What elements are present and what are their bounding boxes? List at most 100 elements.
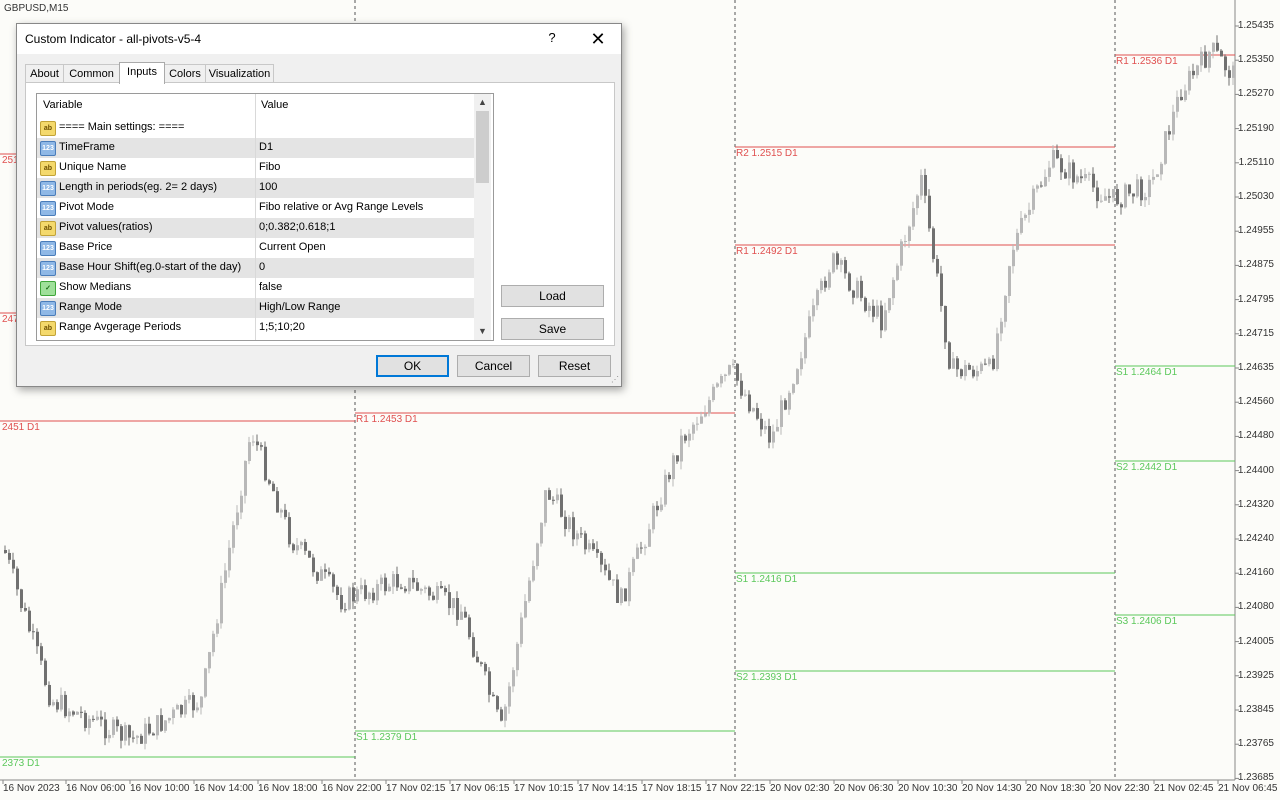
pivot-label-support: S2 1.2393 D1 bbox=[736, 672, 798, 683]
candle-bear bbox=[324, 569, 327, 572]
pivot-label-resistance: 2451 D1 bbox=[2, 422, 40, 433]
candle-bear bbox=[604, 564, 607, 571]
input-value[interactable]: Fibo bbox=[259, 161, 280, 173]
candle-bull bbox=[724, 374, 727, 377]
input-value[interactable]: Current Open bbox=[259, 241, 326, 253]
scroll-up-icon[interactable]: ▲ bbox=[474, 94, 491, 111]
candle-bull bbox=[732, 363, 735, 366]
price-axis-label: 1.24080 bbox=[1237, 601, 1274, 613]
candle-bull bbox=[988, 358, 991, 365]
candle-bull bbox=[196, 707, 199, 711]
candle-bull bbox=[460, 611, 463, 620]
candle-bull bbox=[900, 241, 903, 266]
candle-bull bbox=[520, 617, 523, 644]
input-value[interactable]: false bbox=[259, 281, 282, 293]
candle-bear bbox=[548, 490, 551, 500]
candle-bull bbox=[812, 305, 815, 317]
cancel-button[interactable]: Cancel bbox=[457, 355, 530, 377]
input-value[interactable]: 1;5;10;20 bbox=[259, 321, 305, 333]
candle-bear bbox=[468, 617, 471, 638]
candle-bear bbox=[104, 719, 107, 739]
grid-scrollbar[interactable]: ▲ ▼ bbox=[474, 94, 491, 340]
candle-bear bbox=[1056, 150, 1059, 159]
input-value[interactable]: 0;0.382;0.618;1 bbox=[259, 221, 335, 233]
candle-bull bbox=[1004, 295, 1007, 322]
candle-bull bbox=[408, 577, 411, 592]
dialog-titlebar[interactable]: Custom Indicator - all-pivots-v5-4 ? ✕ bbox=[17, 24, 621, 54]
candle-bull bbox=[808, 316, 811, 338]
tab-common[interactable]: Common bbox=[63, 64, 120, 83]
candle-bull bbox=[704, 413, 707, 417]
resize-grip-icon[interactable]: ⋰ bbox=[611, 375, 619, 384]
candle-bull bbox=[1008, 266, 1011, 296]
scroll-down-icon[interactable]: ▼ bbox=[474, 323, 491, 340]
candle-bear bbox=[276, 491, 279, 513]
candle-bear bbox=[1228, 70, 1231, 78]
candle-bull bbox=[708, 400, 711, 414]
tab-inputs[interactable]: Inputs bbox=[119, 62, 165, 84]
candle-bear bbox=[584, 533, 587, 550]
candle-bear bbox=[984, 363, 987, 365]
candle-bear bbox=[284, 509, 287, 518]
candle-bear bbox=[1096, 187, 1099, 202]
tab-visualization[interactable]: Visualization bbox=[205, 64, 274, 83]
candle-bull bbox=[868, 305, 871, 311]
candle-bull bbox=[68, 711, 71, 717]
candle-bear bbox=[288, 517, 291, 545]
candle-bull bbox=[908, 226, 911, 242]
ok-button[interactable]: OK bbox=[376, 355, 449, 377]
tab-about[interactable]: About bbox=[25, 64, 64, 83]
candle-bear bbox=[656, 505, 659, 511]
candle-bull bbox=[636, 547, 639, 559]
pivot-label-support: S1 1.2416 D1 bbox=[736, 574, 798, 585]
tab-colors[interactable]: Colors bbox=[164, 64, 206, 83]
candle-bull bbox=[892, 279, 895, 299]
candle-bear bbox=[756, 408, 759, 419]
candle-bear bbox=[260, 445, 263, 447]
candle-bull bbox=[1124, 184, 1127, 208]
candle-bear bbox=[956, 358, 959, 370]
input-value[interactable]: 0 bbox=[259, 261, 265, 273]
pivot-label-support: S1 1.2464 D1 bbox=[1116, 367, 1178, 378]
candle-bull bbox=[980, 363, 983, 372]
candle-bull bbox=[712, 386, 715, 401]
candle-bear bbox=[1192, 70, 1195, 76]
candle-bear bbox=[20, 589, 23, 609]
candle-bear bbox=[56, 702, 59, 710]
candle-bull bbox=[692, 424, 695, 434]
input-value[interactable]: 100 bbox=[259, 181, 277, 193]
reset-button[interactable]: Reset bbox=[538, 355, 611, 377]
candle-bull bbox=[280, 509, 283, 513]
candle-bull bbox=[508, 686, 511, 707]
number-type-icon: 123 bbox=[40, 261, 56, 276]
candle-bear bbox=[1064, 172, 1067, 179]
candle-bull bbox=[232, 525, 235, 548]
candle-bull bbox=[136, 735, 139, 738]
candle-bull bbox=[820, 280, 823, 291]
input-variable-name: TimeFrame bbox=[59, 141, 115, 153]
candle-bear bbox=[412, 577, 415, 583]
column-separator[interactable] bbox=[255, 94, 256, 340]
candle-bear bbox=[496, 696, 499, 710]
candle-bear bbox=[152, 733, 155, 736]
time-axis-label: 17 Nov 10:15 bbox=[514, 783, 574, 794]
string-type-icon: ab bbox=[40, 321, 56, 336]
candle-bear bbox=[924, 175, 927, 196]
close-icon[interactable]: ✕ bbox=[585, 26, 611, 52]
price-axis-label: 1.23845 bbox=[1237, 704, 1274, 715]
candle-bull bbox=[876, 305, 879, 317]
help-button[interactable]: ? bbox=[542, 30, 562, 45]
scroll-thumb[interactable] bbox=[476, 111, 489, 183]
input-value[interactable]: D1 bbox=[259, 141, 273, 153]
input-value[interactable]: Fibo relative or Avg Range Levels bbox=[259, 201, 423, 213]
candle-bear bbox=[132, 737, 135, 739]
save-button[interactable]: Save bbox=[501, 318, 604, 340]
candle-bull bbox=[252, 441, 255, 443]
input-value[interactable]: High/Low Range bbox=[259, 301, 340, 313]
load-button[interactable]: Load bbox=[501, 285, 604, 307]
candle-bear bbox=[760, 418, 763, 430]
candle-bear bbox=[44, 660, 47, 685]
candle-bull bbox=[348, 587, 351, 610]
time-axis-label: 16 Nov 22:00 bbox=[322, 783, 382, 794]
candle-bear bbox=[64, 694, 67, 717]
